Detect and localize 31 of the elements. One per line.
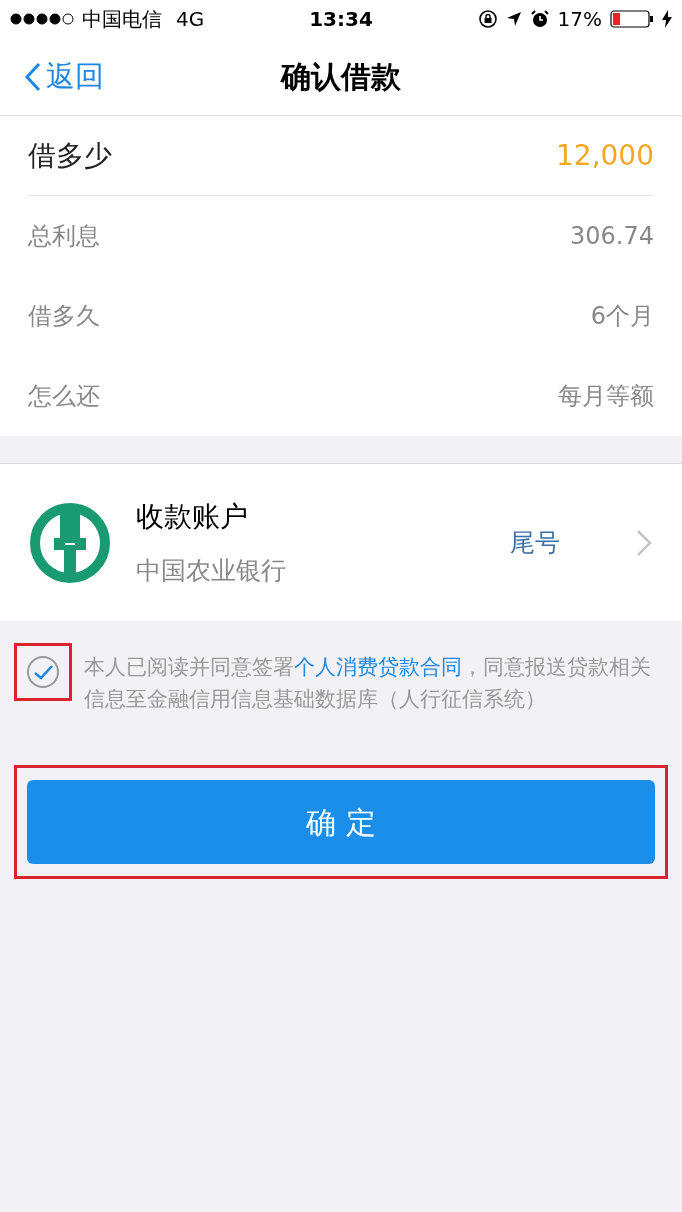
account-tail-label: 尾号 xyxy=(510,526,560,559)
row-label: 总利息 xyxy=(28,221,100,252)
row-value: 每月等额 xyxy=(558,381,654,412)
battery-icon xyxy=(610,9,654,29)
back-button[interactable]: 返回 xyxy=(24,54,104,99)
row-label: 怎么还 xyxy=(28,381,100,412)
signal-icon xyxy=(10,13,76,25)
bank-logo-icon xyxy=(30,502,110,583)
confirm-button[interactable]: 确 定 xyxy=(27,780,655,864)
network-type: 4G xyxy=(176,6,205,33)
clock-time: 13:34 xyxy=(309,6,373,33)
account-title: 收款账户 xyxy=(136,498,249,535)
charging-icon xyxy=(662,10,672,28)
row-label: 借多少 xyxy=(28,137,112,174)
bank-name: 中国农业银行 xyxy=(136,554,287,587)
row-value: 12,000 xyxy=(556,137,654,174)
account-row[interactable]: 收款账户 中国农业银行 尾号 xyxy=(0,464,682,621)
battery-percent: 17% xyxy=(557,6,602,33)
agree-checkbox[interactable] xyxy=(26,655,60,689)
chevron-right-icon xyxy=(636,528,652,557)
rotation-lock-icon xyxy=(477,9,498,29)
contract-link[interactable]: 个人消费贷款合同 xyxy=(294,655,462,679)
back-chevron-icon xyxy=(24,61,42,92)
row-label: 借多久 xyxy=(28,301,100,332)
alarm-icon xyxy=(529,9,550,29)
row-value: 306.74 xyxy=(570,221,654,252)
page-title: 确认借款 xyxy=(281,58,401,96)
carrier-name: 中国电信 xyxy=(82,6,162,33)
row-value: 6个月 xyxy=(590,301,654,332)
location-arrow-icon xyxy=(505,11,522,27)
agreement-text: 本人已阅读并同意签署个人消费贷款合同，同意报送贷款相关信息至金融信用信息基础数据库（人行征信系统） xyxy=(84,654,652,713)
